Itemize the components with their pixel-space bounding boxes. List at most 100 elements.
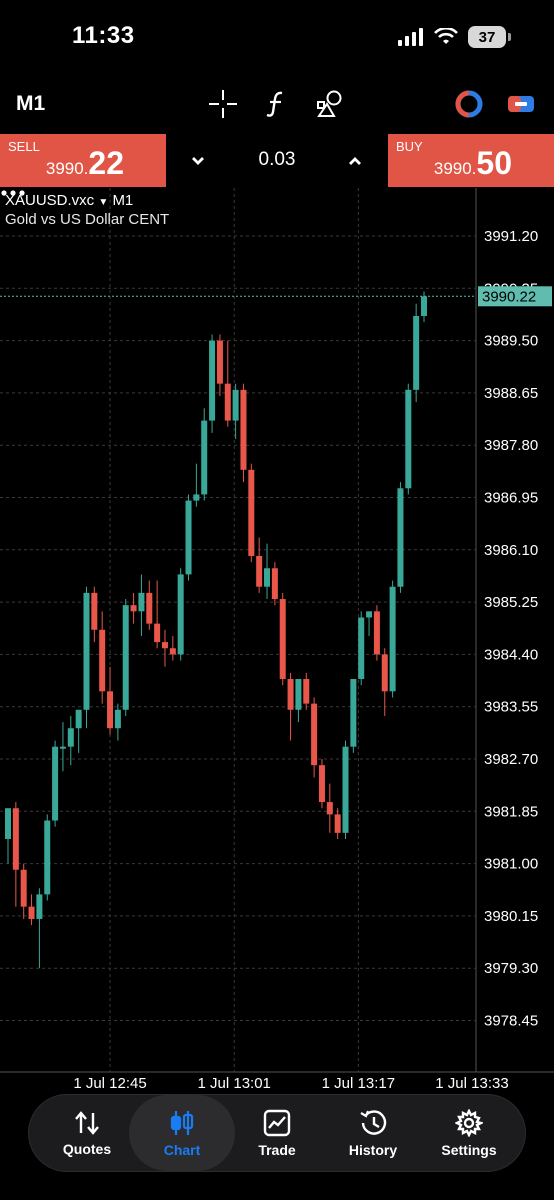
- candle-body: [28, 906, 35, 919]
- one-click-trade-panel: SELL 3990.22 0.03 BUY 3990.50: [0, 134, 554, 187]
- status-icons: 37: [398, 26, 511, 48]
- candle-body: [67, 728, 74, 747]
- candle-body: [271, 568, 278, 600]
- candle-body: [12, 808, 19, 870]
- sell-button[interactable]: SELL 3990.22: [0, 134, 166, 187]
- sell-price: 3990.22: [45, 145, 124, 181]
- candle-body: [397, 488, 404, 587]
- current-price-label: 3990.22: [482, 288, 536, 305]
- candle-body: [122, 605, 129, 710]
- y-tick-label: 3978.45: [484, 1013, 538, 1030]
- candle-body: [193, 494, 200, 501]
- one-click-trading-icon[interactable]: [453, 88, 485, 120]
- y-tick-label: 3985.25: [484, 594, 538, 611]
- tab-trade-label: Trade: [258, 1141, 296, 1158]
- candle-body: [216, 340, 223, 384]
- candle-body: [52, 746, 59, 821]
- wifi-icon: [434, 28, 458, 44]
- y-tick-label: 3988.65: [484, 385, 538, 402]
- candle-body: [232, 389, 239, 421]
- candle-body: [350, 679, 357, 747]
- candle-body: [287, 679, 294, 710]
- y-tick-label: 3989.50: [484, 333, 538, 350]
- candle-body: [5, 808, 11, 839]
- increase-volume-button[interactable]: [340, 146, 370, 176]
- tab-history-label: History: [348, 1141, 398, 1158]
- more-options-icon[interactable]: [0, 188, 26, 198]
- cellular-signal-icon: [398, 28, 423, 46]
- candle-body: [405, 389, 412, 489]
- objects-icon[interactable]: [315, 88, 347, 120]
- candle-body: [318, 765, 325, 803]
- y-tick-label: 3984.40: [484, 646, 538, 663]
- x-tick-label: 1 Jul 13:17: [322, 1075, 395, 1092]
- candle-body: [161, 642, 168, 649]
- settings-icon: [455, 1108, 483, 1137]
- candle-body: [326, 802, 333, 815]
- candle-body: [44, 820, 51, 895]
- bottom-tab-bar: Quotes Chart Trade History Settings: [28, 1094, 526, 1172]
- candle-body: [209, 340, 216, 421]
- trade-toggle-icon[interactable]: [505, 88, 537, 120]
- candle-body: [114, 709, 121, 729]
- tab-history[interactable]: History: [325, 1095, 421, 1171]
- candle-body: [413, 315, 420, 390]
- y-tick-label: 3979.30: [484, 960, 538, 977]
- candle-body: [169, 648, 176, 655]
- tab-quotes-label: Quotes: [62, 1140, 112, 1157]
- candle-body: [59, 746, 66, 749]
- candle-body: [334, 814, 341, 833]
- crosshair-icon[interactable]: [207, 88, 239, 120]
- candle-body: [91, 592, 98, 630]
- price-chart[interactable]: 3991.203990.353989.503988.653987.803986.…: [0, 188, 554, 1098]
- candle-body: [421, 296, 427, 316]
- candle-body: [311, 703, 318, 766]
- candle-body: [20, 869, 27, 907]
- timeframe-selector[interactable]: M1: [16, 92, 45, 116]
- candle-body: [342, 746, 349, 833]
- tab-chart[interactable]: Chart: [129, 1095, 235, 1171]
- candle-body: [366, 611, 373, 618]
- candle-body: [240, 389, 247, 470]
- candle-body: [248, 469, 255, 556]
- y-tick-label: 3983.55: [484, 699, 538, 716]
- candle-body: [75, 709, 82, 729]
- candle-body: [295, 679, 302, 710]
- tab-chart-label: Chart: [163, 1141, 201, 1158]
- buy-button[interactable]: BUY 3990.50: [388, 134, 554, 187]
- volume-control: 0.03: [166, 134, 388, 187]
- tab-trade[interactable]: Trade: [229, 1095, 325, 1171]
- y-tick-label: 3980.15: [484, 908, 538, 925]
- tab-settings[interactable]: Settings: [421, 1095, 517, 1171]
- trade-icon: [263, 1109, 291, 1136]
- tab-quotes[interactable]: Quotes: [39, 1095, 135, 1171]
- chart-symbol-description: Gold vs US Dollar CENT: [5, 211, 170, 228]
- candle-body: [83, 592, 90, 710]
- tab-settings-label: Settings: [441, 1141, 497, 1158]
- y-tick-label: 3982.70: [484, 751, 538, 768]
- candle-body: [154, 623, 161, 643]
- status-bar: 11:33 37: [0, 0, 554, 78]
- x-tick-label: 1 Jul 13:33: [435, 1075, 508, 1092]
- candle-body: [279, 599, 286, 680]
- y-tick-label: 3987.80: [484, 437, 538, 454]
- sell-label: SELL: [8, 139, 40, 154]
- history-icon: [360, 1109, 387, 1135]
- candle-body: [303, 679, 310, 704]
- candle-body: [381, 654, 388, 692]
- y-tick-label: 3981.00: [484, 856, 538, 873]
- indicators-icon[interactable]: [261, 88, 293, 120]
- y-tick-label: 3981.85: [484, 803, 538, 820]
- candle-body: [201, 420, 208, 495]
- candle-body: [107, 691, 114, 729]
- battery-indicator: 37: [468, 26, 511, 48]
- chart-toolbar: M1: [0, 80, 554, 130]
- x-tick-label: 1 Jul 12:45: [73, 1075, 146, 1092]
- candle-body: [256, 555, 263, 587]
- candle-body: [264, 568, 271, 587]
- candle-body: [99, 629, 106, 692]
- candle-body: [373, 611, 380, 655]
- candle-body: [146, 592, 153, 624]
- chevron-up-icon: [349, 157, 361, 165]
- candlestick-chart[interactable]: 3991.203990.353989.503988.653987.803986.…: [0, 188, 554, 1098]
